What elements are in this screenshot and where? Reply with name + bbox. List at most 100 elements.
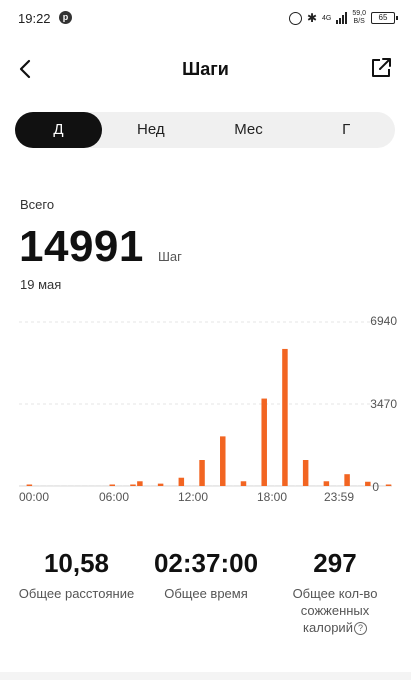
distance-label: Общее расстояние xyxy=(18,586,135,601)
chart-bar xyxy=(351,485,357,486)
distance-value: 10,58 xyxy=(43,548,110,578)
chart-bar xyxy=(144,485,150,486)
network-speed: 59,0 B/S xyxy=(352,10,366,26)
calories-value: 297 xyxy=(313,548,357,578)
chart-bar xyxy=(54,485,60,486)
chart-bar xyxy=(309,485,316,486)
chart-bar xyxy=(123,485,129,486)
chart-bar xyxy=(33,485,40,486)
chart-bar xyxy=(316,485,323,486)
x-tick-1200: 12:00 xyxy=(178,490,209,504)
calories-label-wrap: Общее кол-во сожженных калорий? xyxy=(276,585,394,636)
chart-bar xyxy=(289,485,295,486)
status-time: 19:22 xyxy=(18,11,51,26)
bottom-divider xyxy=(0,672,411,680)
time-value: 02:37:00 xyxy=(153,548,259,578)
x-tick-1800: 18:00 xyxy=(257,490,288,504)
chart-bar xyxy=(240,481,247,486)
chart-bar xyxy=(268,485,274,486)
chart-bar xyxy=(81,485,88,486)
page-title: Шаги xyxy=(182,59,229,79)
chart-bar xyxy=(47,485,53,486)
notification-icon: p xyxy=(59,11,72,24)
chart-bar xyxy=(365,481,371,486)
chart-bar xyxy=(192,485,198,486)
time-stat: 02:37:00 Общее время xyxy=(140,548,272,602)
steps-chart-svg xyxy=(19,321,392,487)
chart-bar xyxy=(171,485,178,486)
tab-year[interactable]: Г xyxy=(297,112,395,148)
steps-chart[interactable]: 6940 3470 0 00:00 06:00 12:00 18:00 23:5… xyxy=(0,310,411,515)
chart-bar xyxy=(323,481,330,486)
chart-bar xyxy=(185,485,191,486)
chart-bar xyxy=(109,484,115,486)
total-label: Всего xyxy=(20,197,55,212)
tab-day[interactable]: Д xyxy=(15,112,102,148)
chart-bar xyxy=(220,436,226,486)
calories-stat: 297 Общее кол-во сожженных калорий? xyxy=(276,548,394,636)
alarm-icon xyxy=(288,11,302,25)
chart-bar xyxy=(40,485,46,486)
tab-week[interactable]: Нед xyxy=(102,112,200,148)
chart-bar xyxy=(157,483,164,486)
chart-bar xyxy=(282,348,288,486)
chart-bar xyxy=(261,398,267,486)
signal-icon xyxy=(336,12,348,24)
chart-bar xyxy=(213,485,219,486)
help-icon[interactable]: ? xyxy=(353,622,367,635)
chart-bar xyxy=(330,485,337,486)
status-bar: 19:22 p ✱ 4G 59,0 B/S 65 xyxy=(0,0,411,36)
chart-bar xyxy=(254,485,261,486)
chart-bar xyxy=(226,485,233,486)
chart-bar xyxy=(26,484,33,486)
x-tick-0600: 06:00 xyxy=(99,490,130,504)
distance-stat: 10,58 Общее расстояние xyxy=(10,548,143,602)
tab-month[interactable]: Мес xyxy=(200,112,298,148)
chart-bar xyxy=(199,460,205,486)
speed-unit: B/S xyxy=(353,18,365,25)
chart-bar xyxy=(178,477,185,486)
chart-bar xyxy=(116,485,122,486)
time-label: Общее время xyxy=(164,586,248,601)
chart-bar xyxy=(164,485,171,486)
chart-bar xyxy=(102,485,109,486)
chart-bar xyxy=(88,485,95,486)
x-tick-2359: 23:59 xyxy=(324,490,355,504)
bluetooth-icon: ✱ xyxy=(306,11,318,25)
share-icon xyxy=(372,58,391,77)
chart-bar xyxy=(247,485,254,486)
chart-bar xyxy=(61,485,67,486)
chart-bar xyxy=(130,484,136,486)
chart-bar xyxy=(385,484,392,486)
chart-bar xyxy=(378,485,385,486)
chart-bar xyxy=(68,485,74,486)
chart-bar xyxy=(137,481,143,486)
chart-bar xyxy=(358,485,364,486)
chart-bar xyxy=(344,474,350,486)
y-tick-max: 6940 xyxy=(370,314,397,328)
chart-bar xyxy=(150,485,157,486)
y-tick-mid: 3470 xyxy=(370,397,397,411)
chart-bar xyxy=(95,485,102,486)
total-steps-unit: Шаг xyxy=(158,249,182,264)
chart-bar xyxy=(233,485,240,486)
chart-bar xyxy=(337,485,343,486)
network-type-label: 4G xyxy=(322,14,332,22)
status-icons: ✱ 4G 59,0 B/S 65 xyxy=(288,10,398,26)
header: Шаги xyxy=(0,48,411,92)
chart-bar xyxy=(74,485,81,486)
stats-row: 10,58 Общее расстояние 02:37:00 Общее вр… xyxy=(0,548,411,648)
selected-date: 19 мая xyxy=(20,277,62,292)
period-selector: Д Нед Мес Г xyxy=(15,112,395,148)
battery-icon: 65 xyxy=(371,12,398,24)
chart-bar xyxy=(206,485,212,486)
y-tick-zero: 0 xyxy=(372,480,379,494)
chart-bar xyxy=(275,485,281,486)
x-tick-0000: 00:00 xyxy=(19,490,50,504)
total-steps-value: 14991 xyxy=(19,222,144,271)
chart-bar xyxy=(296,485,302,486)
chart-bar xyxy=(302,460,309,486)
share-button[interactable] xyxy=(369,56,393,80)
chart-bar xyxy=(19,485,26,486)
speed-value: 59,0 xyxy=(352,10,366,17)
